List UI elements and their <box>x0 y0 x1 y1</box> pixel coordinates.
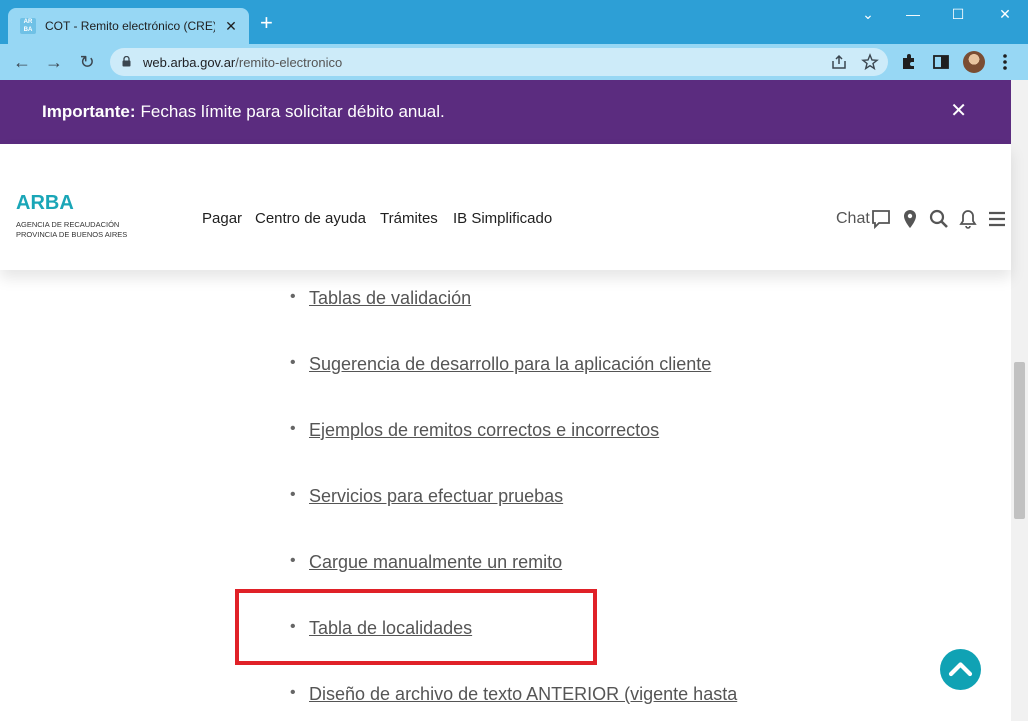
lock-icon <box>122 56 131 67</box>
search-icon[interactable] <box>928 208 950 230</box>
list-bullet: • <box>290 684 296 701</box>
bell-icon[interactable] <box>957 208 979 230</box>
forward-button[interactable]: → <box>42 50 66 74</box>
browser-tab[interactable]: AR BA COT - Remito electrónico (CRE) | ✕ <box>8 8 249 44</box>
link-diseno-de-archivo-anterior[interactable]: Diseño de archivo de texto ANTERIOR (vig… <box>309 684 737 705</box>
address-bar[interactable]: web.arba.gov.ar/remito-electronico <box>110 48 888 76</box>
tab-search-icon[interactable]: ⌄ <box>853 6 883 23</box>
page-viewport: Importante: Fechas límite para solicitar… <box>0 80 1028 721</box>
url-domain: web.arba.gov.ar <box>143 55 236 70</box>
nav-centro-de-ayuda[interactable]: Centro de ayuda <box>255 210 366 227</box>
logo-subtitle-line1: AGENCIA DE RECAUDACIÓN <box>16 220 120 229</box>
link-tablas-de-validacion[interactable]: Tablas de validación <box>309 288 471 309</box>
close-window-button[interactable]: ✕ <box>990 6 1020 23</box>
extensions-puzzle-icon[interactable] <box>899 52 919 72</box>
browser-toolbar: ← → ↻ web.arba.gov.ar/remito-electronico <box>0 44 1028 80</box>
browser-window: AR BA COT - Remito electrónico (CRE) | ✕… <box>0 0 1028 721</box>
side-panel-icon[interactable] <box>931 52 951 72</box>
nav-pagar[interactable]: Pagar <box>202 210 242 227</box>
reload-button[interactable]: ↻ <box>75 50 99 74</box>
share-icon[interactable] <box>830 53 848 71</box>
tab-strip: AR BA COT - Remito electrónico (CRE) | ✕… <box>0 0 1028 44</box>
arba-logo[interactable]: ARBA <box>16 192 74 215</box>
link-ejemplos-de-remitos[interactable]: Ejemplos de remitos correctos e incorrec… <box>309 420 659 441</box>
list-bullet: • <box>290 420 296 437</box>
back-button[interactable]: ← <box>10 50 34 74</box>
highlight-box <box>235 589 597 665</box>
list-bullet: • <box>290 288 296 305</box>
link-servicios-para-pruebas[interactable]: Servicios para efectuar pruebas <box>309 486 563 507</box>
menu-icon[interactable] <box>986 208 1008 230</box>
profile-avatar[interactable] <box>963 51 985 73</box>
chat-label[interactable]: Chat <box>836 210 870 228</box>
logo-subtitle-line2: PROVINCIA DE BUENOS AIRES <box>16 230 128 239</box>
nav-tramites[interactable]: Trámites <box>380 210 438 227</box>
minimize-button[interactable]: — <box>898 6 928 22</box>
link-sugerencia-de-desarrollo[interactable]: Sugerencia de desarrollo para la aplicac… <box>309 354 711 375</box>
scroll-to-top-button[interactable] <box>940 649 981 690</box>
scrollbar-thumb[interactable] <box>1014 362 1025 519</box>
tab-close-icon[interactable]: ✕ <box>223 18 239 35</box>
arba-favicon-icon: AR BA <box>20 18 36 34</box>
link-cargue-manualmente[interactable]: Cargue manualmente un remito <box>309 552 562 573</box>
bookmark-star-icon[interactable] <box>861 53 879 71</box>
maximize-button[interactable]: ☐ <box>943 6 973 23</box>
chat-bubble-icon[interactable] <box>870 208 892 230</box>
tab-title: COT - Remito electrónico (CRE) | <box>45 19 215 33</box>
list-bullet: • <box>290 486 296 503</box>
location-pin-icon[interactable] <box>899 208 921 230</box>
new-tab-button[interactable]: + <box>260 12 273 34</box>
nav-ib-simplificado[interactable]: IB Simplificado <box>453 210 552 227</box>
url-path: /remito-electronico <box>235 55 343 70</box>
url-text: web.arba.gov.ar/remito-electronico <box>143 55 342 70</box>
browser-menu-icon[interactable] <box>995 52 1015 72</box>
list-bullet: • <box>290 552 296 569</box>
chevron-up-icon <box>948 662 973 677</box>
list-bullet: • <box>290 354 296 371</box>
logo-subtitle: AGENCIA DE RECAUDACIÓN PROVINCIA DE BUEN… <box>16 220 166 240</box>
page-scrollbar[interactable] <box>1011 80 1028 721</box>
site-header: ARBA AGENCIA DE RECAUDACIÓN PROVINCIA DE… <box>0 144 1011 270</box>
